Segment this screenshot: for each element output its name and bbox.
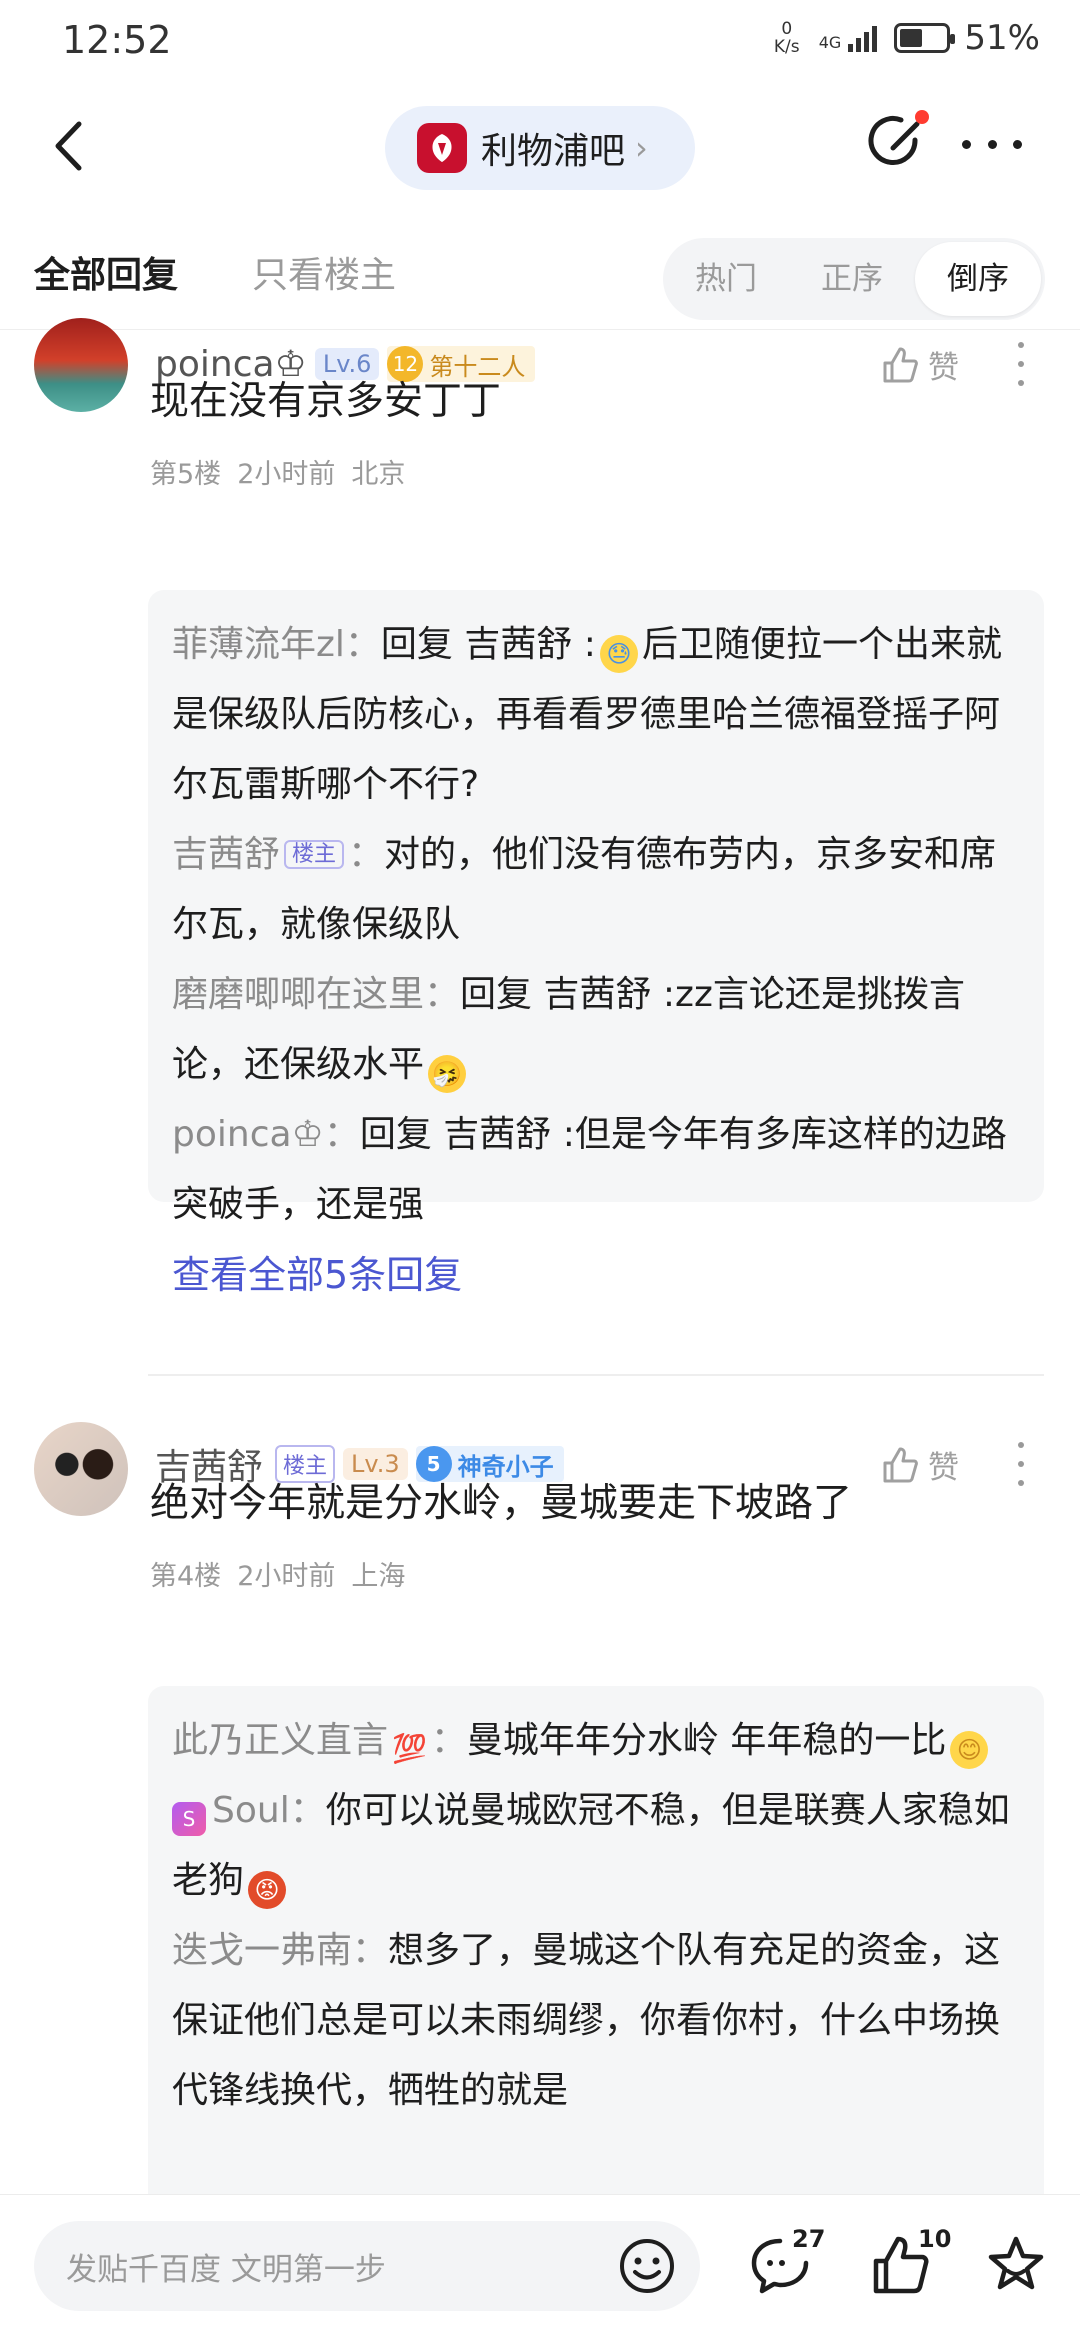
reply-author: 此乃正义直言: [172, 1720, 389, 1761]
avatar[interactable]: [34, 1422, 128, 1516]
back-button[interactable]: [40, 118, 96, 174]
forum-entry[interactable]: 利物浦吧 ›: [385, 106, 695, 190]
status-bar: 12:52 0 K/s 4G 51%: [0, 0, 1080, 84]
soul-app-icon: S: [172, 1802, 206, 1836]
battery-percent: 51%: [964, 18, 1040, 58]
sub-reply[interactable]: 迭戈一弗南：想多了，曼城这个队有充足的资金，这保证他们总是可以未雨绸缪，你看你村…: [172, 1916, 1020, 2126]
floor-number: 第5楼: [150, 459, 222, 490]
like-label: 赞: [928, 1450, 959, 1486]
avatar[interactable]: [34, 318, 128, 412]
dot-icon: [962, 139, 971, 149]
comment-count: 27: [792, 2225, 826, 2253]
hundred-points-icon: 💯: [392, 1732, 427, 1765]
star-icon[interactable]: [984, 2233, 1048, 2297]
divider: [148, 1374, 1044, 1376]
top-header: 利物浦吧 ›: [0, 96, 1080, 196]
like-count: 10: [918, 2225, 952, 2253]
sort-hot[interactable]: 热门: [663, 242, 789, 316]
smile-emoji-icon: 😊: [950, 1731, 989, 1769]
reply-post: poinca♔ Lv.6 12 第十二人 赞 现在没有京多安丁丁 第5楼 2小时…: [0, 318, 1080, 1378]
reply-filter-bar: 全部回复 只看楼主 热门 正序 倒序: [0, 226, 1080, 330]
reply-author: 磨磨唧唧在这里: [172, 974, 425, 1015]
host-tag: 楼主: [284, 840, 345, 869]
reply-author: 菲薄流年zl: [172, 624, 345, 665]
sub-reply[interactable]: 吉茜舒 楼主 ：对的，他们没有德布劳内，京多安和席尔瓦，就像保级队: [172, 820, 1020, 960]
post-meta: 第4楼 2小时前 上海: [150, 1554, 405, 1593]
tab-only-op[interactable]: 只看楼主: [252, 246, 396, 298]
post-time: 2小时前: [237, 1561, 336, 1592]
dot-icon: [987, 139, 997, 149]
bottom-action-bar: 发贴千百度 文明第一步 27 10: [0, 2194, 1080, 2340]
sub-reply[interactable]: S Soul：你可以说曼城欧冠不稳，但是联赛人家稳如老狗 😡: [172, 1776, 1020, 1916]
sub-replies[interactable]: 菲薄流年zl：回复 吉茜舒 : 😓 后卫随便拉一个出来就是保级队后防核心，再看看罗德…: [148, 590, 1044, 1297]
forum-name: 利物浦吧: [481, 131, 626, 172]
post-menu-button[interactable]: [1016, 342, 1026, 386]
status-time: 12:52: [62, 18, 172, 62]
more-options-button[interactable]: [962, 116, 1022, 172]
sub-reply[interactable]: 菲薄流年zl：回复 吉茜舒 : 😓 后卫随便拉一个出来就是保级队后防核心，再看看罗德…: [172, 610, 1020, 820]
reply-input[interactable]: 发贴千百度 文明第一步: [34, 2221, 700, 2311]
thumbs-up-icon: [883, 347, 918, 382]
view-all-replies-link[interactable]: 查看全部5条回复: [172, 1240, 1020, 1310]
sort-descending[interactable]: 倒序: [915, 242, 1041, 316]
chevron-left-icon: [55, 121, 82, 171]
post-location: 北京: [351, 459, 406, 490]
post-content: 现在没有京多安丁丁: [150, 379, 502, 424]
like-button[interactable]: 赞: [880, 1442, 959, 1487]
battery-icon: [894, 23, 956, 53]
post-content: 绝对今年就是分水岭，曼城要走下坡路了: [150, 1481, 853, 1526]
floor-number: 第4楼: [150, 1561, 222, 1592]
reply-input-placeholder: 发贴千百度 文明第一步: [66, 2251, 386, 2288]
like-label: 赞: [928, 350, 959, 386]
reply-author: 吉茜舒: [172, 834, 281, 875]
post-time: 2小时前: [237, 459, 336, 490]
notification-dot: [915, 110, 929, 124]
tab-all-replies[interactable]: 全部回复: [34, 246, 178, 298]
compose-button[interactable]: [865, 110, 931, 176]
reply-author: 迭戈一弗南: [172, 1930, 353, 1971]
signal-icon: 4G: [819, 24, 881, 52]
thumbs-up-icon: [883, 1447, 918, 1482]
like-button[interactable]: 赞: [880, 342, 959, 387]
sub-replies[interactable]: 此乃正义直言 💯 ：曼城年年分水岭 年年稳的一比 😊 S Soul：你可以说曼城欧冠不稳…: [148, 1686, 1044, 2194]
chevron-right-icon: ›: [635, 129, 648, 167]
post-meta: 第5楼 2小时前 北京: [150, 452, 405, 491]
reply-author: poinca♔: [172, 1114, 324, 1155]
reply-post: 吉茜舒 楼主 Lv.3 5 神奇小子 赞 绝对今年就是分水岭，曼城要走下坡路了 …: [0, 1420, 1080, 2194]
post-menu-button[interactable]: [1016, 1442, 1026, 1486]
forum-logo-icon: [417, 123, 467, 173]
dot-icon: [1013, 139, 1022, 149]
angry-emoji-icon: 😡: [248, 1871, 287, 1909]
sub-reply[interactable]: 此乃正义直言 💯 ：曼城年年分水岭 年年稳的一比 😊: [172, 1706, 1020, 1776]
sort-ascending[interactable]: 正序: [789, 242, 915, 316]
sub-reply[interactable]: poinca♔：回复 吉茜舒 :但是今年有多库这样的边路突破手，还是强: [172, 1100, 1020, 1240]
sweat-emoji-icon: 😓: [599, 635, 638, 673]
post-location: 上海: [351, 1561, 406, 1592]
sort-toggle: 热门 正序 倒序: [663, 238, 1045, 320]
network-speed: 0 K/s: [773, 19, 800, 57]
status-indicators: 0 K/s 4G 51%: [769, 18, 1040, 58]
sub-reply[interactable]: 磨磨唧唧在这里：回复 吉茜舒 :zz言论还是挑拨言论，还保级水平 🤧: [172, 960, 1020, 1100]
emoji-picker-icon[interactable]: [618, 2237, 676, 2295]
reply-author: Soul: [212, 1790, 290, 1831]
sneeze-emoji-icon: 🤧: [428, 1055, 467, 1093]
